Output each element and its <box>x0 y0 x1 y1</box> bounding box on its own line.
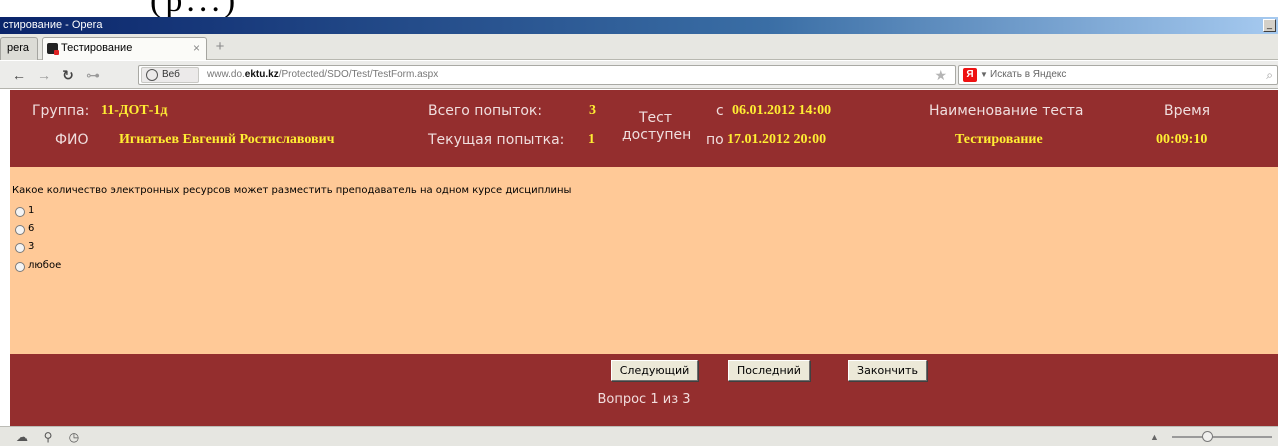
search-placeholder: Искать в Яндекс <box>990 69 1067 80</box>
unite-share-icon[interactable]: ⚲ <box>40 429 56 445</box>
page-top-strip: (p...) <box>0 0 1278 17</box>
to-value: 17.01.2012 20:00 <box>727 132 827 147</box>
forward-icon[interactable]: → <box>35 66 53 84</box>
address-url[interactable]: www.do.ektu.kz/Protected/SDO/Test/TestFo… <box>207 66 438 84</box>
new-tab-icon[interactable]: + <box>212 39 228 56</box>
answer-label[interactable]: 3 <box>28 240 34 254</box>
answer-label[interactable]: 1 <box>28 204 34 218</box>
question-counter: Вопрос 1 из 3 <box>10 392 1278 407</box>
search-engine-dropdown-icon[interactable]: ▼ <box>980 66 988 84</box>
tab-opera[interactable]: pera <box>0 37 38 60</box>
yandex-logo-icon[interactable]: Я <box>963 68 977 82</box>
finish-test-button[interactable]: Закончить <box>848 360 927 381</box>
counter-current: 1 <box>650 392 659 407</box>
window-title: стирование - Opera <box>3 19 103 31</box>
answer-label[interactable]: любое <box>28 259 61 273</box>
test-header: Группа: 11-ДОТ-1д ФИО Игнатьев Евгений Р… <box>10 90 1278 167</box>
time-value: 00:09:10 <box>1156 132 1208 147</box>
test-footer: Следующий Последний Закончить Вопрос 1 и… <box>10 354 1278 426</box>
wand-key-icon[interactable]: ⊶ <box>82 66 104 84</box>
radio-button[interactable] <box>15 225 25 235</box>
turbo-icon[interactable]: ◷ <box>66 429 82 445</box>
tab-label: pera <box>7 42 30 54</box>
attempt-current-label: Текущая попытка: <box>428 132 565 148</box>
cloud-icon[interactable]: ☁ <box>14 429 30 445</box>
available-label-line2: доступен <box>622 127 692 143</box>
radio-button[interactable] <box>15 207 25 217</box>
minimize-button[interactable]: _ <box>1263 19 1276 32</box>
question-panel: Какое количество электронных ресурсов мо… <box>10 174 1278 354</box>
attempts-total-value: 3 <box>589 103 596 118</box>
site-favicon-icon <box>47 43 59 55</box>
radio-button[interactable] <box>15 262 25 272</box>
globe-icon <box>146 69 158 81</box>
tab-label: Тестирование <box>61 42 133 54</box>
counter-total: 3 <box>682 392 691 407</box>
available-label-line1: Тест <box>639 110 673 126</box>
back-icon[interactable]: ← <box>10 66 28 84</box>
tab-bar: pera Тестирование × + <box>0 34 1278 60</box>
header-spacer <box>10 167 1278 174</box>
answer-label[interactable]: 6 <box>28 222 34 236</box>
fio-value: Игнатьев Евгений Ростиславович <box>119 132 335 147</box>
bookmark-star-icon[interactable]: ★ <box>934 66 947 84</box>
status-bar: ☁ ⚲ ◷ ▲ <box>0 426 1278 446</box>
search-field[interactable]: Я ▼ Искать в Яндекс ⌕ <box>958 65 1278 85</box>
counter-mid: из <box>662 392 679 407</box>
from-value: 06.01.2012 14:00 <box>732 103 832 118</box>
url-host: ektu.kz <box>244 69 279 80</box>
radio-button[interactable] <box>15 243 25 253</box>
to-label: по <box>706 132 724 148</box>
attempt-current-value: 1 <box>588 132 595 147</box>
attempts-total-label: Всего попыток: <box>428 103 543 119</box>
zoom-slider-handle[interactable] <box>1202 431 1213 442</box>
window-titlebar: стирование - Opera _ <box>0 17 1278 34</box>
search-icon[interactable]: ⌕ <box>1266 66 1273 84</box>
group-label: Группа: <box>32 103 90 119</box>
from-label: с <box>716 103 724 119</box>
tab-testing[interactable]: Тестирование × <box>42 37 207 60</box>
question-text: Какое количество электронных ресурсов мо… <box>12 185 572 196</box>
next-question-button[interactable]: Следующий <box>611 360 698 381</box>
last-question-button[interactable]: Последний <box>728 360 810 381</box>
reload-icon[interactable]: ↻ <box>58 66 78 84</box>
fio-label: ФИО <box>55 132 89 148</box>
address-field[interactable]: Веб www.do.ektu.kz/Protected/SDO/Test/Te… <box>138 65 956 85</box>
close-tab-icon[interactable]: × <box>193 38 200 59</box>
url-prefix: www.do. <box>207 69 245 80</box>
time-label: Время <box>1164 103 1211 119</box>
url-path: /Protected/SDO/Test/TestForm.aspx <box>278 69 439 80</box>
navigation-bar: ← → ↻ ⊶ Веб www.do.ektu.kz/Protected/SDO… <box>0 61 1278 89</box>
site-info-badge[interactable]: Веб <box>141 67 199 83</box>
group-value: 11-ДОТ-1д <box>101 103 168 118</box>
zoom-slider-track[interactable] <box>1172 436 1272 438</box>
test-name-label: Наименование теста <box>929 103 1084 119</box>
site-info-label: Веб <box>162 69 180 80</box>
zoom-up-icon[interactable]: ▲ <box>1150 429 1159 445</box>
page-artifact-text: (p...) <box>150 0 239 17</box>
counter-prefix: Вопрос <box>597 392 647 407</box>
test-name-value: Тестирование <box>955 132 1043 147</box>
